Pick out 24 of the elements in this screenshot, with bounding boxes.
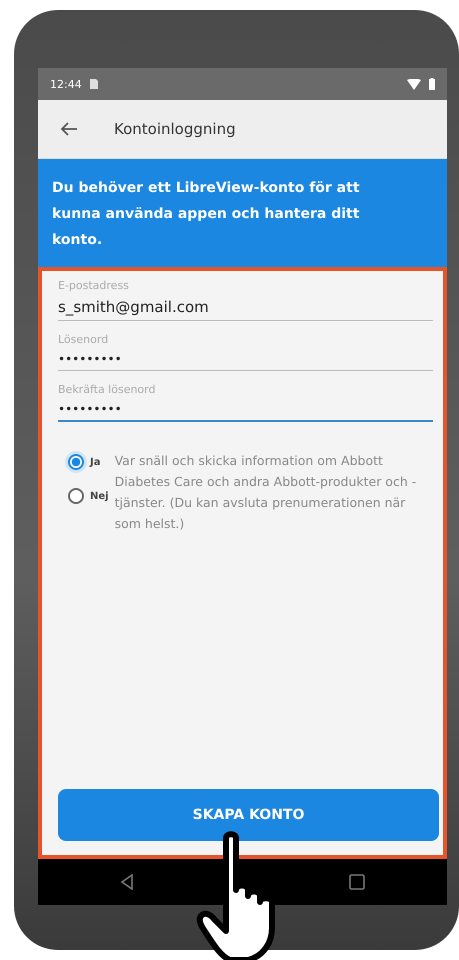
- password-field[interactable]: Lösenord •••••••••: [58, 333, 433, 371]
- field-value: s_smith@gmail.com: [58, 298, 210, 316]
- email-field[interactable]: E-postadress s_smith@gmail.com: [58, 279, 433, 321]
- sim-card-icon: [90, 79, 98, 89]
- create-account-button[interactable]: SKAPA KONTO: [58, 789, 439, 841]
- square-icon[interactable]: [349, 874, 365, 890]
- radio-label: Ja: [90, 456, 100, 468]
- radio-button[interactable]: [68, 488, 84, 504]
- field-label: Bekräfta lösenord: [58, 383, 156, 396]
- radio-label: Nej: [90, 490, 109, 502]
- back-arrow-icon[interactable]: [60, 122, 78, 136]
- field-label: Lösenord: [58, 333, 110, 346]
- battery-icon: [429, 78, 435, 90]
- wifi-icon: [407, 78, 421, 90]
- radio-button[interactable]: [68, 454, 84, 470]
- field-label: E-postadress: [58, 279, 130, 292]
- back-icon[interactable]: [120, 874, 134, 890]
- field-value: •••••••••: [58, 402, 123, 416]
- consent-text: Var snäll och skicka information om Abbott Diabetes Care och andra Abbott-produkter och -tjänster. (Du kan avsluta prenumerationen när som helst.): [114, 452, 418, 533]
- banner-text: Du behöver ett LibreView-konto för att kunna använda appen och hantera ditt konto.: [52, 179, 361, 250]
- status-time: 12:44: [50, 78, 82, 90]
- field-value: •••••••••: [58, 352, 123, 366]
- screen-title: Kontoinloggning: [114, 120, 236, 138]
- password-field[interactable]: Bekräfta lösenord •••••••••: [58, 383, 433, 422]
